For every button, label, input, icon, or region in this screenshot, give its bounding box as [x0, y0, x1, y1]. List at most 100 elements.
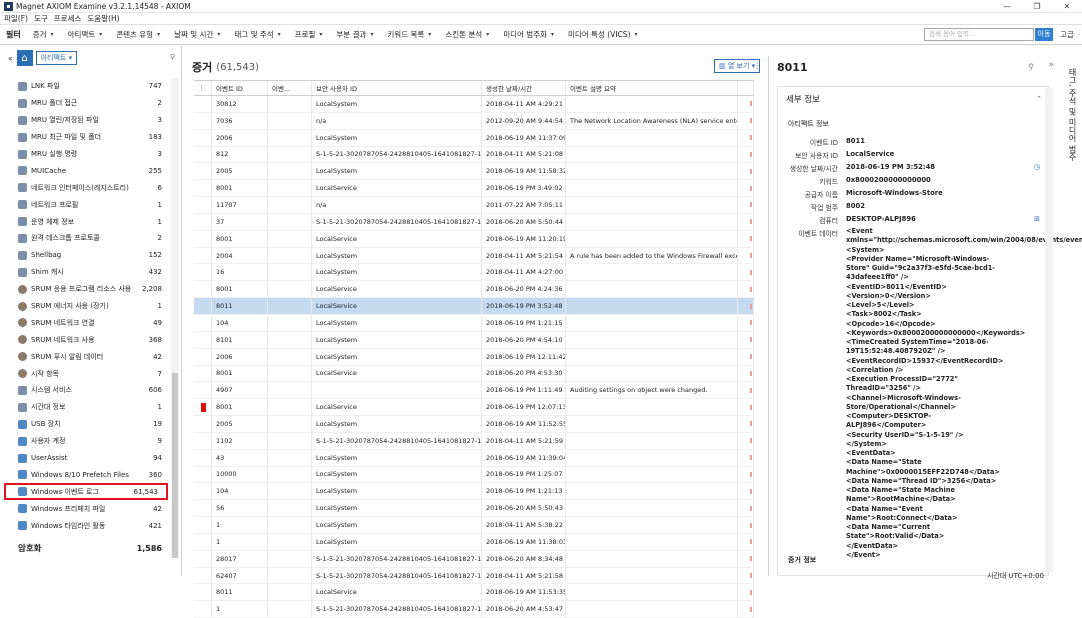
table-row[interactable]: 1102 S-1-5-21-3020787054-2428810405-16410…: [194, 432, 754, 450]
table-row[interactable]: 2006 LocalSystem 2018-06-19 PM 12:11:42: [194, 348, 754, 366]
artifact-item[interactable]: 네트워크 인터페이스(레지스트리) 6: [0, 179, 170, 196]
close-button[interactable]: ✕: [1052, 0, 1082, 13]
artifact-item[interactable]: LNK 파일 747: [0, 78, 170, 95]
table-row[interactable]: 104 LocalSystem 2018-06-19 PM 1:21:13: [194, 483, 754, 501]
filter-button[interactable]: 태그 및 주석 ▾: [234, 29, 280, 40]
artifact-item[interactable]: Windows 타임라인 활동 421: [0, 517, 170, 534]
filter-button[interactable]: 부분 결과 ▾: [336, 29, 373, 40]
category-encryption[interactable]: 암호화 1,586: [0, 539, 170, 557]
table-row[interactable]: 8001 LocalService 2018-06-19 PM 12:07:13: [194, 399, 754, 417]
filter-button[interactable]: 키워드 목록 ▾: [387, 29, 431, 40]
menu-process[interactable]: 프로세스: [54, 13, 82, 24]
table-row[interactable]: 812 S-1-5-21-3020787054-2428810405-164108…: [194, 146, 754, 164]
filter-button[interactable]: 프로필 ▾: [295, 29, 323, 40]
artifact-dropdown[interactable]: 아티팩트 ▾: [35, 51, 78, 65]
tags-side-panel[interactable]: 태그, 주석 및 미디어 범주: [1062, 68, 1078, 188]
filter-button[interactable]: 미디어 특성 (VICS) ▾: [568, 29, 637, 40]
artifact-item[interactable]: MUICache 255: [0, 162, 170, 179]
artifact-item[interactable]: 시스템 서비스 606: [0, 382, 170, 399]
table-row[interactable]: 1 LocalSystem 2018-04-11 AM 5:38:22: [194, 517, 754, 534]
collapse-icon[interactable]: «: [8, 54, 13, 63]
pin-icon[interactable]: ⚲: [170, 53, 175, 61]
network-icon[interactable]: ⊞: [1034, 215, 1040, 223]
table-row[interactable]: 2006 LocalSystem 2018-06-19 AM 11:37:09: [194, 129, 754, 147]
pin-icon[interactable]: ⚲: [1029, 62, 1035, 71]
menu-tools[interactable]: 도구: [34, 13, 48, 24]
table-row[interactable]: 2004 LocalSystem 2018-04-11 AM 5:21:54 A ru…: [194, 247, 754, 265]
scrollbar-thumb[interactable]: [172, 373, 178, 558]
artifact-item[interactable]: 사용자 계정 9: [0, 433, 170, 450]
filter-button[interactable]: 증거 ▾: [33, 29, 54, 40]
header-security-user-id[interactable]: 보안 사용자 ID: [312, 81, 482, 95]
artifact-item[interactable]: SRUM 푸시 알림 데이터 42: [0, 348, 170, 365]
expand-icon[interactable]: »: [1048, 60, 1054, 70]
filter-button[interactable]: 미디어 범주화 ▾: [503, 29, 554, 40]
artifact-item[interactable]: MRU 최근 파일 및 폴더 183: [0, 129, 170, 146]
artifact-item[interactable]: SRUM 네트워크 사용 368: [0, 331, 170, 348]
table-row[interactable]: 11707 n/a 2011-07-22 AM 7:05:11: [194, 197, 754, 214]
table-row[interactable]: 16 LocalSystem 2018-04-11 AM 4:27:00: [194, 264, 754, 282]
menu-file[interactable]: 파일(F): [4, 13, 28, 24]
artifact-item[interactable]: 네트워크 프로필 1: [0, 196, 170, 213]
artifact-item[interactable]: Shim 캐시 432: [0, 264, 170, 281]
table-row[interactable]: 2005 LocalSystem 2018-06-19 AM 11:58:32: [194, 163, 754, 181]
table-row[interactable]: 2005 LocalSystem 2018-06-19 AM 11:52:55: [194, 416, 754, 433]
artifact-item[interactable]: Shellbag 152: [0, 247, 170, 264]
filter-button[interactable]: 콘텐츠 유형 ▾: [116, 29, 160, 40]
table-row[interactable]: 8001 LocalService 2018-06-20 PM 4:24:36: [194, 281, 754, 299]
artifact-item[interactable]: SRUM 네트워크 연결 49: [0, 314, 170, 331]
artifact-item[interactable]: MRU 폴더 접근 2: [0, 95, 170, 112]
filter-button[interactable]: 날짜 및 시간 ▾: [174, 29, 220, 40]
header-extra[interactable]: [738, 81, 754, 95]
evidence-info-section[interactable]: 증거 정보: [788, 555, 816, 565]
search-input[interactable]: 검색 용어 입력...: [924, 28, 1034, 41]
table-row[interactable]: 10000 LocalSystem 2018-06-19 PM 1:25:07: [194, 466, 754, 484]
table-row[interactable]: 4907 2018-06-19 PM 1:11:49 Auditing settin…: [194, 382, 754, 400]
table-row[interactable]: 8001 LocalService 2018-06-20 PM 4:53:30: [194, 365, 754, 383]
table-row[interactable]: 56 LocalSystem 2018-06-20 AM 5:50:43: [194, 500, 754, 518]
artifact-item[interactable]: USB 장치 19: [0, 416, 170, 433]
menu-help[interactable]: 도움말(H): [87, 13, 119, 24]
header-event-short[interactable]: 이벤...: [268, 81, 312, 95]
filter-button[interactable]: 스킨톤 분석 ▾: [445, 29, 489, 40]
more-options-icon[interactable]: ⋮: [754, 61, 762, 70]
table-row[interactable]: 8001 LocalService 2018-06-19 AM 11:20:19: [194, 230, 754, 248]
go-button[interactable]: 이동: [1035, 28, 1053, 41]
artifact-item[interactable]: 시간대 정보 1: [0, 399, 170, 416]
advanced-button[interactable]: 고급: [1060, 28, 1074, 41]
artifact-item[interactable]: 운영 체제 정보 1: [0, 213, 170, 230]
header-event-summary[interactable]: 이벤트 설명 요약: [566, 81, 738, 95]
filter-button[interactable]: 아티팩트 ▾: [68, 29, 103, 40]
artifact-item[interactable]: MRU 실행 명령 3: [0, 146, 170, 163]
table-row[interactable]: 1 S-1-5-21-3020787054-2428810405-16410818…: [194, 601, 754, 618]
table-row[interactable]: 1 LocalSystem 2018-06-19 AM 11:38:03: [194, 533, 754, 551]
artifact-item[interactable]: Windows 프리페치 파일 42: [0, 500, 170, 517]
table-row[interactable]: 8011 LocalService 2018-06-19 PM 3:52:48: [194, 298, 754, 315]
home-icon[interactable]: ⌂: [16, 50, 33, 66]
header-event-id[interactable]: 이벤트 ID: [212, 81, 268, 95]
artifact-item[interactable]: Windows 이벤트 로그 61,543: [4, 483, 168, 501]
artifact-item[interactable]: 원격 데스크톱 프로토콜 2: [0, 230, 170, 247]
artifact-item[interactable]: Windows 8/10 Prefetch Files 360: [0, 466, 170, 483]
table-row[interactable]: 43 LocalSystem 2018-06-19 AM 11:39:04: [194, 449, 754, 467]
clock-icon[interactable]: ◷: [1034, 163, 1040, 171]
table-row[interactable]: 8101 LocalSystem 2018-06-20 PM 4:54:10: [194, 331, 754, 349]
table-row[interactable]: 104 LocalSystem 2018-06-19 PM 1:21:15: [194, 314, 754, 332]
artifact-list-scrollbar[interactable]: [171, 78, 179, 558]
collapse-up-icon[interactable]: ⌃: [1036, 95, 1042, 103]
artifact-item[interactable]: SRUM 에너지 사용 (장기) 1: [0, 298, 170, 315]
artifact-item[interactable]: UserAssist 94: [0, 450, 170, 467]
detail-scrollbar[interactable]: [1045, 88, 1053, 572]
table-row[interactable]: 30812 LocalSystem 2018-04-11 AM 4:29:21: [194, 96, 754, 113]
artifact-item[interactable]: SRUM 응용 프로그램 리소스 사용 2,208: [0, 281, 170, 298]
artifact-item[interactable]: 시작 항목 7: [0, 365, 170, 382]
maximize-button[interactable]: ❐: [1022, 0, 1052, 13]
details-section[interactable]: 세부 정보 ⌃: [778, 87, 1048, 111]
table-row[interactable]: 7036 n/a 2012-09-20 AM 9:44:54 The Network …: [194, 112, 754, 130]
header-created-date[interactable]: 생성한 날짜/시간: [482, 81, 566, 95]
minimize-button[interactable]: —: [992, 0, 1022, 13]
artifact-item[interactable]: MRU 열린/저장된 파일 3: [0, 112, 170, 129]
table-row[interactable]: 8001 LocalService 2018-06-19 PM 3:49:02: [194, 180, 754, 198]
header-flag[interactable]: ⋮: [194, 81, 212, 95]
table-row[interactable]: 37 S-1-5-21-3020787054-2428810405-1641081…: [194, 213, 754, 231]
